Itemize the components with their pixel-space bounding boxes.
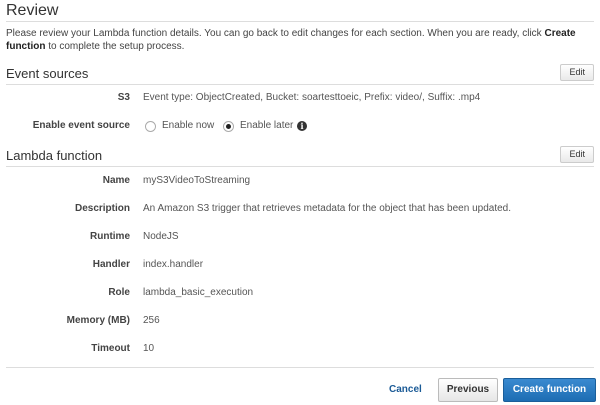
enable-now-radio[interactable] (145, 121, 156, 132)
role-label: Role (108, 287, 130, 298)
cancel-button[interactable]: Cancel (389, 384, 422, 395)
intro-text-start: Please review your Lambda function detai… (6, 28, 545, 39)
name-row: Name myS3VideoToStreaming (0, 175, 600, 189)
event-sources-header: Event sources Edit (6, 64, 594, 85)
timeout-row: Timeout 10 (0, 343, 600, 357)
name-value: myS3VideoToStreaming (143, 175, 251, 186)
enable-now-label[interactable]: Enable now (162, 120, 214, 131)
description-label: Description (74, 203, 130, 214)
description-row: Description An Amazon S3 trigger that re… (0, 203, 600, 217)
memory-row: Memory (MB) 256 (0, 315, 600, 329)
handler-label: Handler (92, 259, 130, 270)
title-divider (6, 21, 594, 22)
enable-later-label[interactable]: Enable later (240, 120, 293, 131)
role-value: lambda_basic_execution (143, 287, 254, 298)
page-title: Review (6, 2, 59, 19)
intro-text-end: to complete the setup process. (45, 41, 185, 52)
memory-value: 256 (143, 315, 160, 326)
name-label: Name (102, 175, 130, 186)
memory-label: Memory (MB) (66, 315, 130, 326)
role-row: Role lambda_basic_execution (0, 287, 600, 301)
lambda-function-edit-button[interactable]: Edit (560, 146, 594, 163)
enable-event-source-row: Enable event source Enable now Enable la… (0, 120, 600, 134)
s3-label: S3 (117, 92, 130, 103)
intro-text: Please review your Lambda function detai… (6, 27, 594, 53)
runtime-value: NodeJS (143, 231, 179, 242)
lambda-function-header: Lambda function Edit (6, 146, 594, 167)
runtime-row: Runtime NodeJS (0, 231, 600, 245)
lambda-function-title: Lambda function (6, 148, 103, 163)
runtime-label: Runtime (90, 231, 130, 242)
info-icon[interactable]: i (297, 121, 307, 131)
timeout-label: Timeout (91, 343, 130, 354)
enable-event-source-label: Enable event source (32, 120, 130, 131)
event-sources-title: Event sources (6, 66, 89, 81)
timeout-value: 10 (143, 343, 155, 354)
enable-later-radio[interactable] (223, 121, 234, 132)
create-function-button[interactable]: Create function (503, 378, 596, 402)
s3-row: S3 Event type: ObjectCreated, Bucket: so… (0, 92, 600, 106)
handler-row: Handler index.handler (0, 259, 600, 273)
description-value: An Amazon S3 trigger that retrieves meta… (143, 203, 512, 214)
event-sources-edit-button[interactable]: Edit (560, 64, 594, 81)
s3-value: Event type: ObjectCreated, Bucket: soart… (143, 92, 481, 103)
footer-divider (6, 367, 594, 368)
handler-value: index.handler (143, 259, 204, 270)
previous-button[interactable]: Previous (438, 378, 498, 402)
